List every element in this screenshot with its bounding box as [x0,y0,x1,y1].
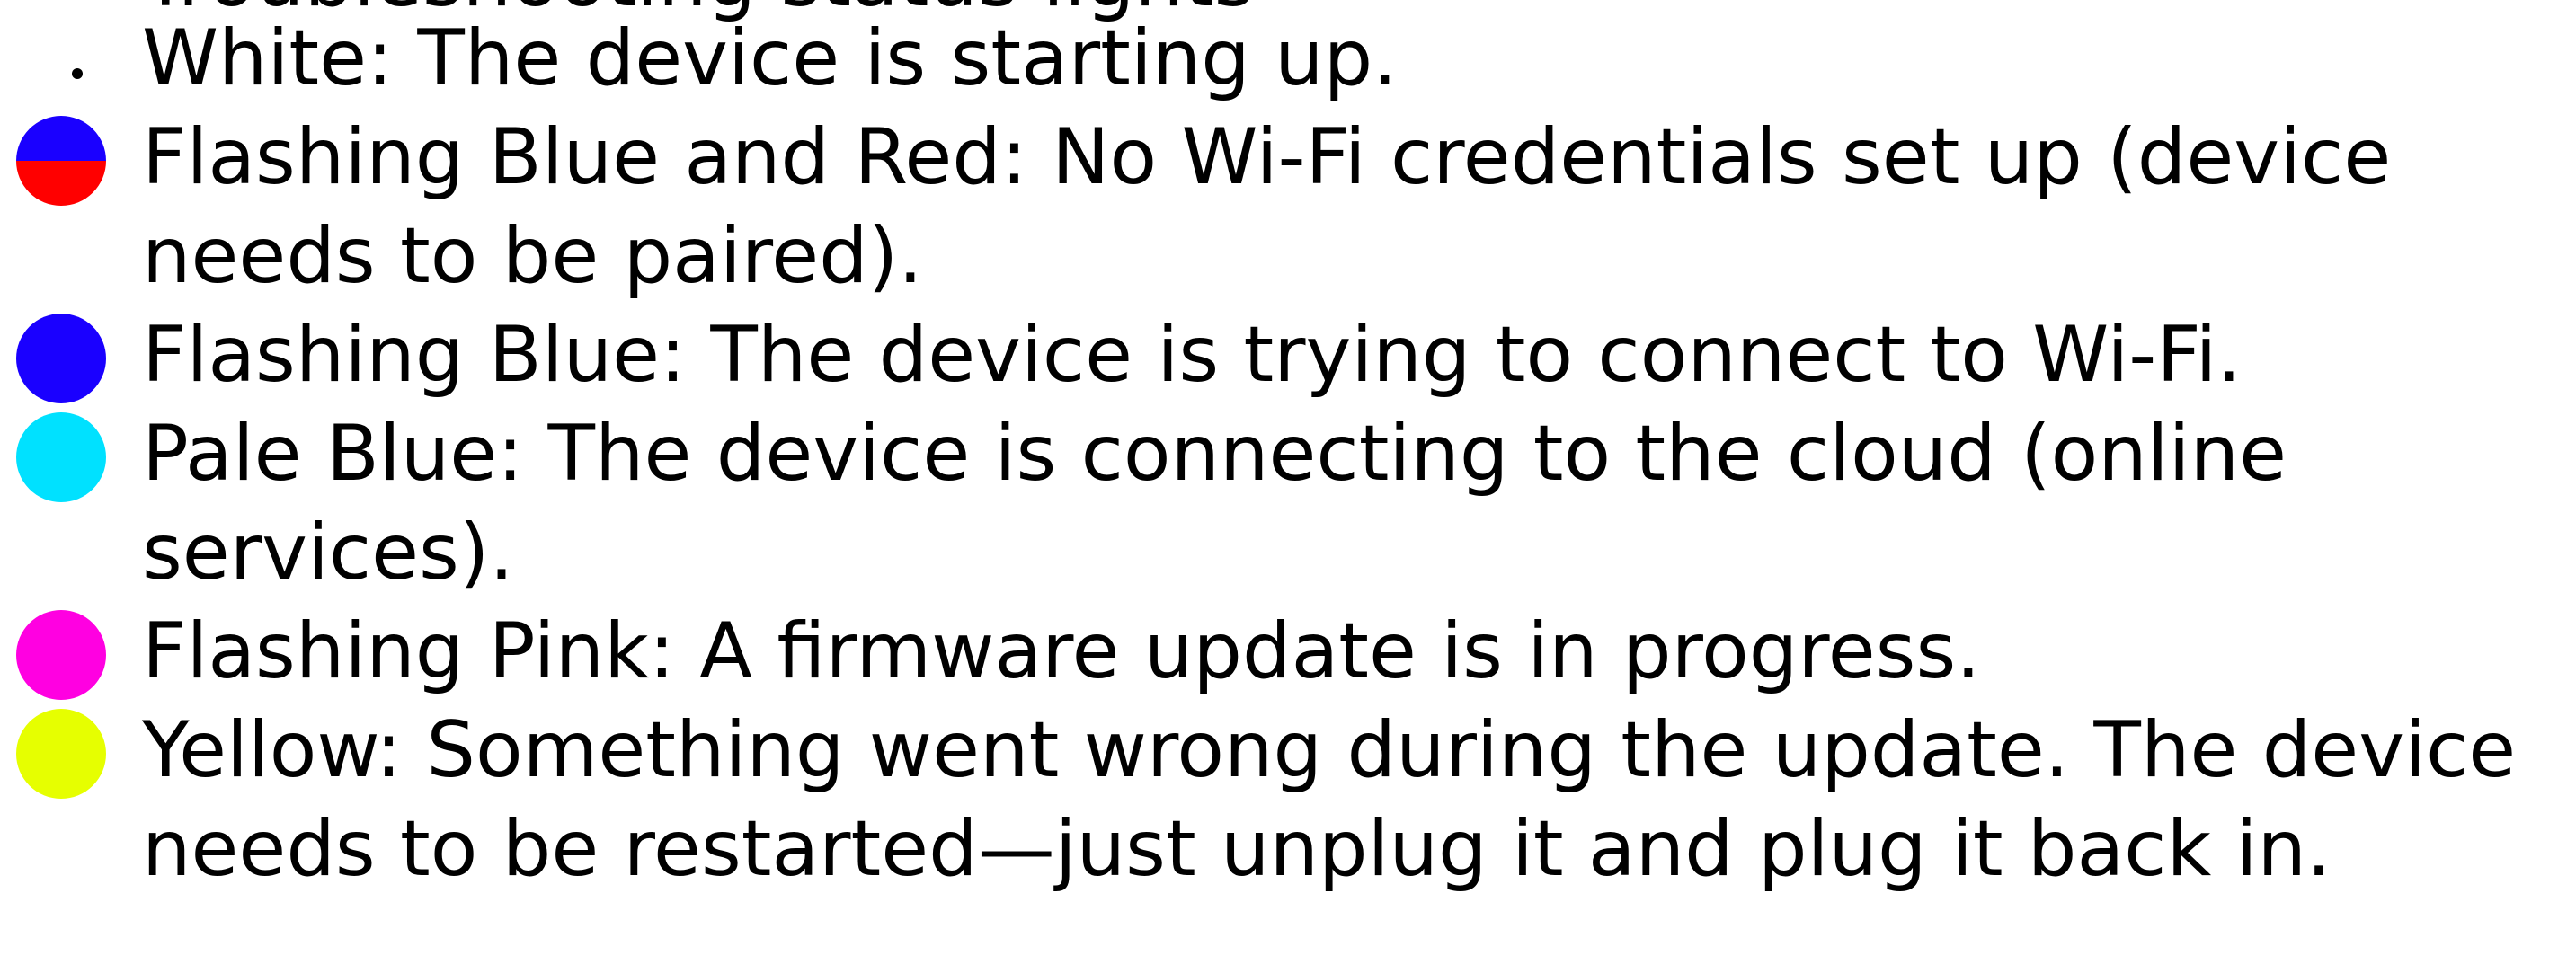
status-item-flashing-blue-red: Flashing Blue and Red: No Wi-Fi credenti… [0,108,2576,305]
status-light-list: White: The device is starting up. Flashi… [0,9,2576,898]
status-item-flashing-blue: Flashing Blue: The device is trying to c… [0,305,2576,404]
status-item-white: White: The device is starting up. [0,9,2576,108]
status-item-flashing-pink: Flashing Pink: A firmware update is in p… [0,602,2576,701]
pink-dot-icon [16,610,106,700]
status-text-flashing-pink: Flashing Pink: A firmware update is in p… [142,606,1981,696]
status-item-yellow: Yellow: Something went wrong during the … [0,701,2576,898]
status-text-flashing-blue: Flashing Blue: The device is trying to c… [142,310,2242,400]
status-text-flashing-blue-red: Flashing Blue and Red: No Wi-Fi credenti… [142,112,2392,301]
blue-red-split-dot-icon [16,116,106,206]
status-text-pale-blue: Pale Blue: The device is connecting to t… [142,409,2287,597]
bullet-icon [72,68,83,79]
blue-dot-icon [16,314,106,403]
pale-blue-dot-icon [16,412,106,502]
status-text-white: White: The device is starting up. [142,13,1398,103]
status-text-yellow: Yellow: Something went wrong during the … [142,705,2517,894]
status-item-pale-blue: Pale Blue: The device is connecting to t… [0,404,2576,602]
yellow-dot-icon [16,709,106,799]
